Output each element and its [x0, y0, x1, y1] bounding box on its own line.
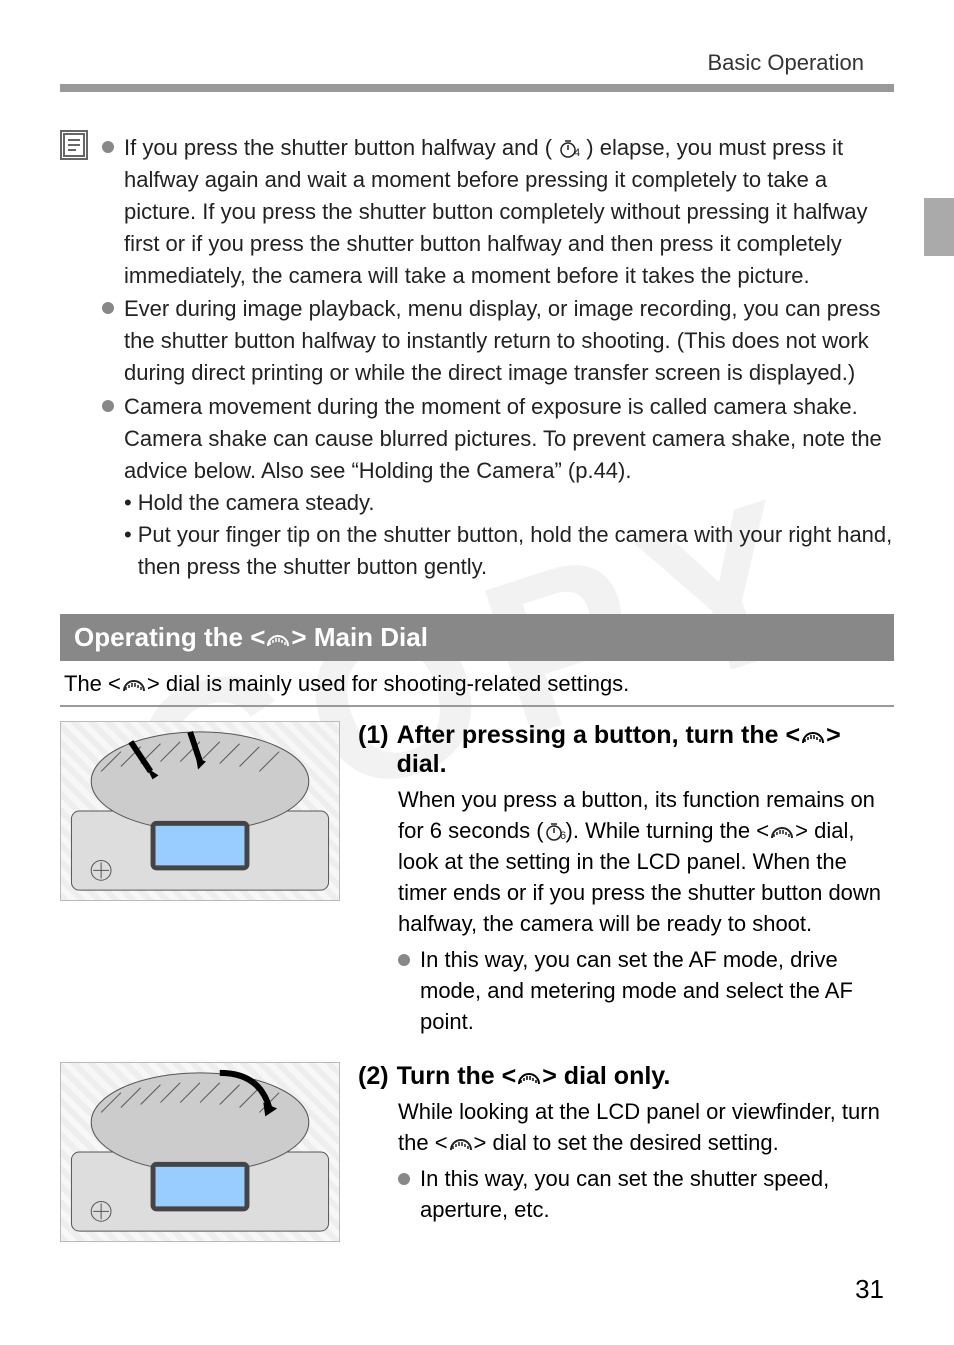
section-divider: [60, 705, 894, 707]
note-text: Ever during image playback, menu display…: [124, 293, 894, 389]
bullet-icon: [102, 302, 114, 314]
timer-4-icon: 4: [558, 135, 580, 155]
note-item: Ever during image playback, menu display…: [102, 293, 894, 389]
note-item: If you press the shutter button halfway …: [102, 132, 894, 291]
note-subtext: Hold the camera steady.: [138, 487, 375, 519]
bullet-icon: [398, 1173, 410, 1185]
timer-6-icon: 6: [544, 819, 566, 839]
step-bullet-text: In this way, you can set the shutter spe…: [420, 1164, 894, 1226]
svg-text:4: 4: [574, 147, 580, 158]
step-bullet-text: In this way, you can set the AF mode, dr…: [420, 945, 894, 1037]
main-dial-icon: [769, 818, 795, 834]
note-block: If you press the shutter button halfway …: [60, 132, 894, 584]
note-subitem: •Hold the camera steady.: [124, 487, 894, 519]
step-number: (2): [358, 1062, 389, 1091]
note-subtext: Put your finger tip on the shutter butto…: [138, 519, 894, 583]
section-header: Basic Operation: [60, 50, 894, 76]
step-number: (1): [358, 721, 389, 779]
step-bullet: In this way, you can set the shutter spe…: [398, 1164, 894, 1226]
bullet-icon: [102, 400, 114, 412]
bullet-icon: [102, 141, 114, 153]
camera-illustration: [60, 721, 340, 901]
page-number: 31: [855, 1274, 884, 1305]
camera-illustration: [60, 1062, 340, 1242]
note-icon: [60, 130, 88, 160]
main-dial-icon: [121, 673, 147, 689]
main-dial-icon: [516, 1064, 542, 1080]
step-body: While looking at the LCD panel or viewfi…: [358, 1097, 894, 1226]
step-row: (2) Turn the <> dial only. While looking…: [60, 1062, 894, 1242]
step-heading: (2) Turn the <> dial only.: [358, 1062, 894, 1091]
page-edge-tab: [924, 198, 954, 256]
step-heading: (1) After pressing a button, turn the <>…: [358, 721, 894, 779]
section-intro: The <> dial is mainly used for shooting-…: [60, 671, 894, 705]
header-divider: [60, 84, 894, 92]
main-dial-icon: [800, 723, 826, 739]
step-row: (1) After pressing a button, turn the <>…: [60, 721, 894, 1037]
section-title: Operating the <> Main Dial: [60, 614, 894, 661]
note-text-pre: If you press the shutter button halfway …: [124, 135, 552, 160]
main-dial-icon: [448, 1130, 474, 1146]
step-body: When you press a button, its function re…: [358, 785, 894, 1037]
bullet-icon: [398, 954, 410, 966]
note-item: Camera movement during the moment of exp…: [102, 391, 894, 582]
step-bullet: In this way, you can set the AF mode, dr…: [398, 945, 894, 1037]
main-dial-icon: [265, 624, 291, 640]
note-text: Camera movement during the moment of exp…: [124, 394, 882, 483]
note-subitem: •Put your finger tip on the shutter butt…: [124, 519, 894, 583]
